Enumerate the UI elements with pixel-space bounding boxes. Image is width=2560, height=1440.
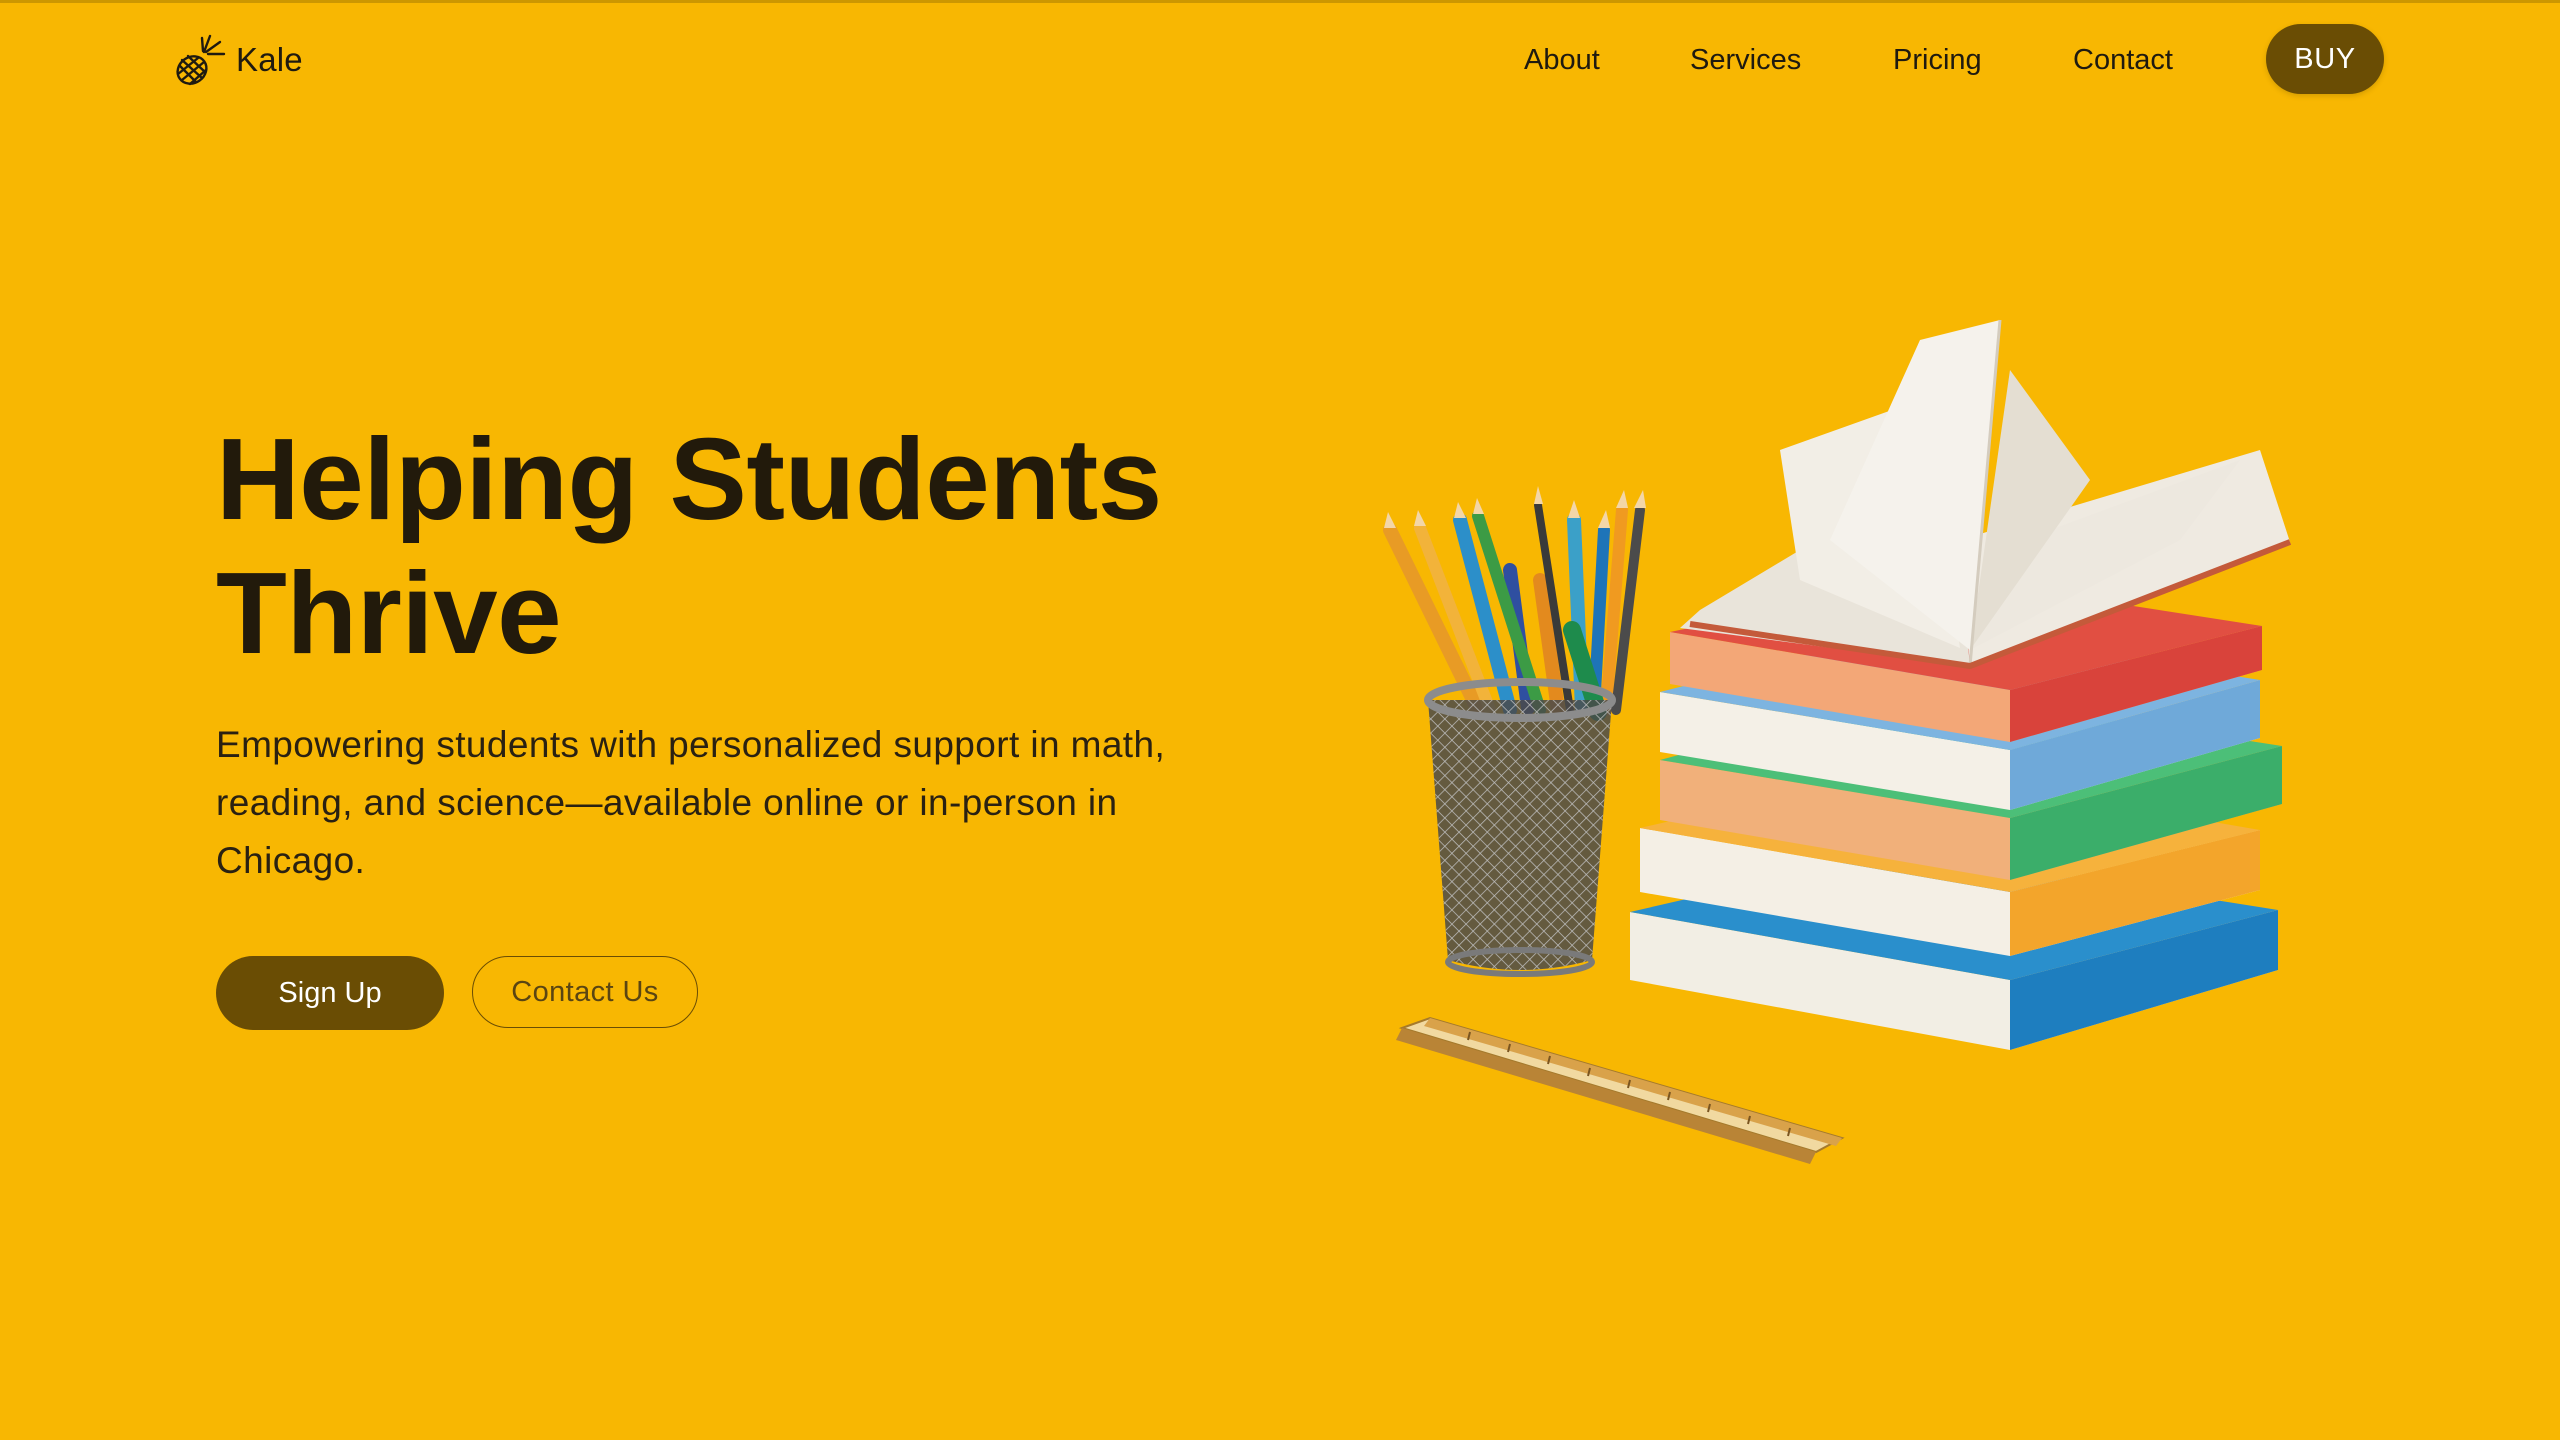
nav-link-services[interactable]: Services (1690, 44, 1801, 77)
hero-cta-group: Sign Up Contact Us (216, 956, 698, 1030)
top-navigation: Kale About Services Pricing Contact BUY (0, 0, 2560, 120)
book-stack-illustration (1630, 319, 2292, 1050)
buy-button[interactable]: BUY (2266, 24, 2384, 94)
ruler-illustration (1396, 1016, 1845, 1164)
sign-up-button[interactable]: Sign Up (216, 956, 444, 1030)
hero-title: Helping Students Thrive (216, 412, 1216, 680)
nav-link-pricing[interactable]: Pricing (1893, 44, 1982, 77)
books-and-pencils-illustration (1383, 319, 2292, 1164)
brand-logo-link[interactable]: Kale (170, 30, 303, 90)
nav-link-contact[interactable]: Contact (2073, 44, 2173, 77)
hero-section: Helping Students Thrive Empowering stude… (216, 412, 1216, 890)
contact-us-button[interactable]: Contact Us (472, 956, 698, 1028)
nav-link-about[interactable]: About (1524, 44, 1600, 77)
hero-subtitle: Empowering students with personalized su… (216, 724, 1166, 881)
pencil-cup-illustration (1424, 678, 1616, 977)
hero-title-line-2: Thrive (216, 548, 562, 678)
brand-name: Kale (236, 41, 303, 78)
hero-title-line-1: Helping Students (216, 414, 1162, 544)
pineapple-icon (176, 34, 226, 86)
